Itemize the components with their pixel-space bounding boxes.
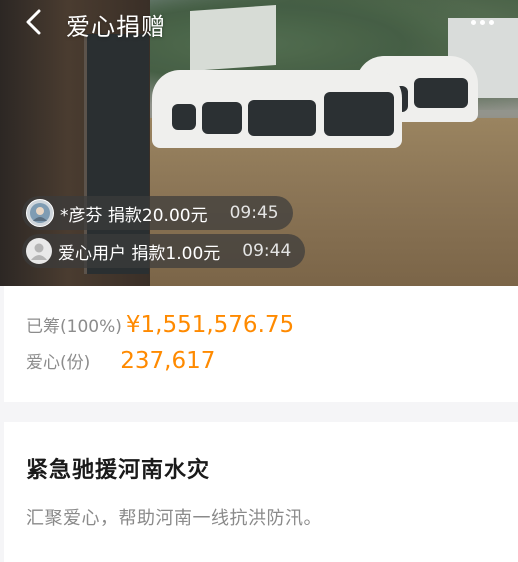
raised-row: 已筹(100%) ¥1,551,576.75 <box>26 312 294 338</box>
raised-label: 已筹(100%) <box>26 317 122 337</box>
project-title: 紧急驰援河南水灾 <box>26 458 211 483</box>
raised-amount: ¥1,551,576.75 <box>125 312 295 338</box>
project-info-card: 紧急驰援河南水灾 汇聚爱心，帮助河南一线抗洪防汛。 <box>4 422 518 562</box>
submerged-van <box>152 70 402 148</box>
fundraising-stats-card: 已筹(100%) ¥1,551,576.75 爱心(份) 237,617 <box>4 286 518 402</box>
page-title: 爱心捐赠 <box>66 13 166 41</box>
donation-text: 爱心用户 捐款1.00元 <box>58 243 221 264</box>
donation-ticker-item: 爱心用户 捐款1.00元 09:44 <box>22 234 306 268</box>
shares-label: 爱心(份) <box>26 353 91 373</box>
donation-text: *彦芬 捐款20.00元 <box>60 205 208 226</box>
donation-time: 09:45 <box>229 203 279 223</box>
donation-ticker-item: *彦芬 捐款20.00元 09:45 <box>22 196 293 230</box>
shares-row: 爱心(份) 237,617 <box>26 348 215 374</box>
project-description: 汇聚爱心，帮助河南一线抗洪防汛。 <box>26 508 322 529</box>
default-user-avatar <box>26 238 52 264</box>
shares-count: 237,617 <box>120 348 216 374</box>
donation-time: 09:44 <box>242 241 292 261</box>
more-dots-icon[interactable] <box>464 10 500 34</box>
user-photo-avatar <box>26 199 54 227</box>
chevron-left-icon[interactable] <box>20 8 48 36</box>
top-bar: 爱心捐赠 <box>0 0 518 44</box>
